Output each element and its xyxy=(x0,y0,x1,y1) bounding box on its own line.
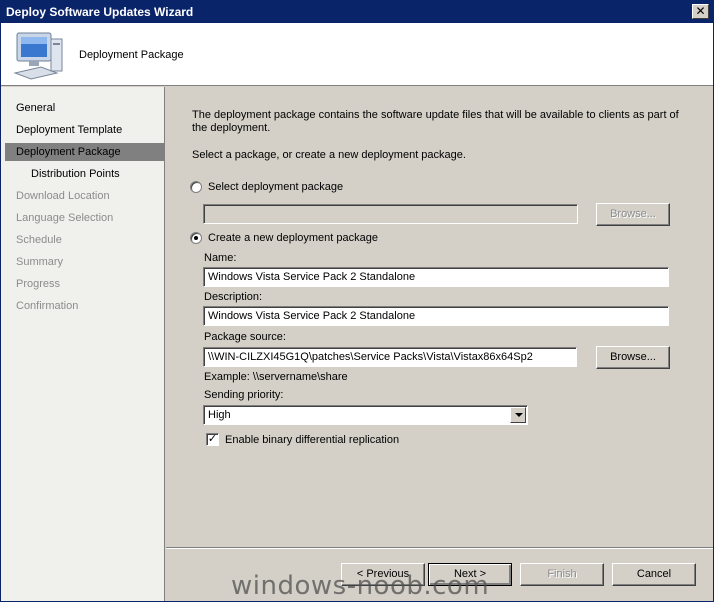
browse-existing-button: Browse... xyxy=(596,203,670,226)
description-field[interactable]: Windows Vista Service Pack 2 Standalone xyxy=(203,306,669,326)
binary-replication-checkbox[interactable]: ✓ xyxy=(206,433,219,446)
wizard-steps-sidebar: General Deployment Template Deployment P… xyxy=(1,87,165,601)
select-prompt: Select a package, or create a new deploy… xyxy=(192,149,466,161)
name-field[interactable]: Windows Vista Service Pack 2 Standalone xyxy=(203,267,669,287)
sidebar-item-confirmation: Confirmation xyxy=(16,300,79,312)
name-label: Name: xyxy=(204,252,237,264)
window-title: Deploy Software Updates Wizard xyxy=(6,5,194,19)
wizard-header: Deployment Package xyxy=(1,23,713,86)
sidebar-item-deployment-template[interactable]: Deployment Template xyxy=(5,121,164,139)
sidebar-item-download-location: Download Location xyxy=(16,190,110,202)
sending-priority-value: High xyxy=(208,409,231,421)
cancel-button[interactable]: Cancel xyxy=(612,563,696,586)
sidebar-item-summary: Summary xyxy=(16,256,64,268)
wizard-window: Deploy Software Updates Wizard ✕ Deploym… xyxy=(0,0,714,602)
select-existing-radio[interactable] xyxy=(190,181,202,193)
sidebar-item-schedule: Schedule xyxy=(16,234,62,246)
package-source-field[interactable]: \\WIN-CILZXI45G1Q\patches\Service Packs\… xyxy=(203,347,577,367)
binary-replication-label: Enable binary differential replication xyxy=(225,434,400,446)
page-title: Deployment Package xyxy=(79,49,184,61)
description-label: Description: xyxy=(204,291,263,303)
title-bar: Deploy Software Updates Wizard ✕ xyxy=(1,1,713,23)
example-text: Example: \\servername\share xyxy=(204,371,348,383)
package-source-label: Package source: xyxy=(204,331,286,343)
intro-text: The deployment package contains the soft… xyxy=(192,109,679,134)
existing-package-field xyxy=(203,204,578,224)
sidebar-item-language-selection: Language Selection xyxy=(16,212,114,224)
sending-priority-label: Sending priority: xyxy=(204,389,284,401)
select-existing-label: Select deployment package xyxy=(208,181,344,193)
sidebar-item-general[interactable]: General xyxy=(5,99,164,117)
chevron-down-icon[interactable] xyxy=(510,407,526,423)
computer-icon xyxy=(13,32,63,80)
sidebar-item-progress: Progress xyxy=(16,278,61,290)
close-button[interactable]: ✕ xyxy=(692,4,709,19)
finish-button: Finish xyxy=(520,563,604,586)
watermark: windows-noob.com xyxy=(231,571,490,601)
sidebar-item-distribution-points[interactable]: Distribution Points xyxy=(5,165,164,183)
create-new-radio[interactable] xyxy=(190,232,202,244)
wizard-content: The deployment package contains the soft… xyxy=(166,87,713,547)
create-new-label: Create a new deployment package xyxy=(208,232,378,244)
sidebar-item-deployment-package[interactable]: Deployment Package xyxy=(5,143,164,161)
sending-priority-select[interactable]: High xyxy=(203,405,528,425)
browse-source-button[interactable]: Browse... xyxy=(596,346,670,369)
